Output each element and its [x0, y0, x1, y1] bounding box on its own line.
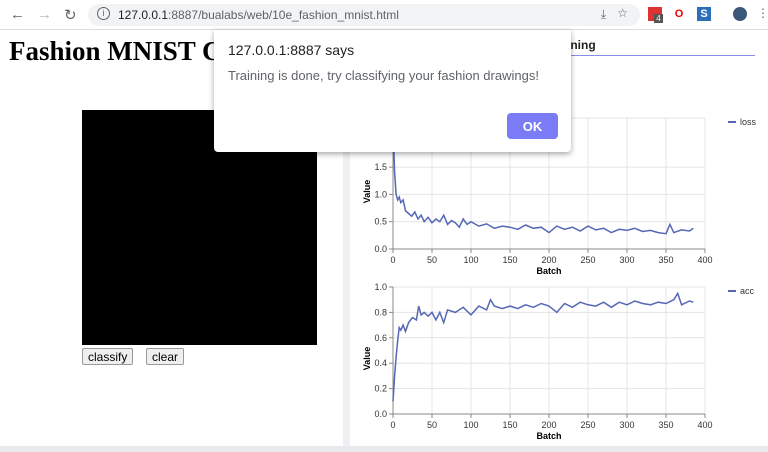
y-tick-label: 0.0 — [374, 409, 387, 419]
y-tick-label: 0.5 — [374, 217, 387, 227]
legend-label-loss: loss — [740, 117, 757, 127]
x-tick-label: 50 — [427, 255, 437, 265]
x-tick-label: 300 — [619, 420, 634, 430]
x-tick-label: 100 — [463, 420, 478, 430]
y-tick-label: 0.2 — [374, 384, 387, 394]
x-tick-label: 250 — [580, 420, 595, 430]
y-axis-label: Value — [362, 347, 372, 371]
ok-button[interactable]: OK — [507, 113, 558, 139]
y-axis-label: Value — [362, 180, 372, 204]
x-tick-label: 400 — [697, 420, 712, 430]
x-axis-label: Batch — [536, 266, 561, 276]
legend-label-acc: acc — [740, 286, 755, 296]
x-tick-label: 350 — [658, 420, 673, 430]
x-tick-label: 300 — [619, 255, 634, 265]
horizontal-scrollbar[interactable] — [0, 446, 768, 452]
x-tick-label: 150 — [502, 420, 517, 430]
x-tick-label: 150 — [502, 255, 517, 265]
y-tick-label: 0.8 — [374, 307, 387, 317]
y-tick-label: 1.5 — [374, 162, 387, 172]
y-tick-label: 0.0 — [374, 244, 387, 254]
x-tick-label: 100 — [463, 255, 478, 265]
dialog-message: Training is done, try classifying your f… — [228, 68, 539, 83]
dialog-title: 127.0.0.1:8887 says — [228, 42, 355, 58]
x-tick-label: 200 — [541, 420, 556, 430]
alert-dialog: 127.0.0.1:8887 says Training is done, tr… — [214, 30, 571, 152]
x-tick-label: 350 — [658, 255, 673, 265]
x-tick-label: 0 — [390, 255, 395, 265]
series-line-acc — [392, 291, 694, 402]
x-tick-label: 200 — [541, 255, 556, 265]
x-tick-label: 400 — [697, 255, 712, 265]
y-tick-label: 1.0 — [374, 282, 387, 292]
x-axis-label: Batch — [536, 431, 561, 441]
y-tick-label: 1.0 — [374, 189, 387, 199]
x-tick-label: 50 — [427, 420, 437, 430]
x-tick-label: 250 — [580, 255, 595, 265]
x-tick-label: 0 — [390, 420, 395, 430]
y-tick-label: 0.4 — [374, 358, 387, 368]
y-tick-label: 0.6 — [374, 333, 387, 343]
